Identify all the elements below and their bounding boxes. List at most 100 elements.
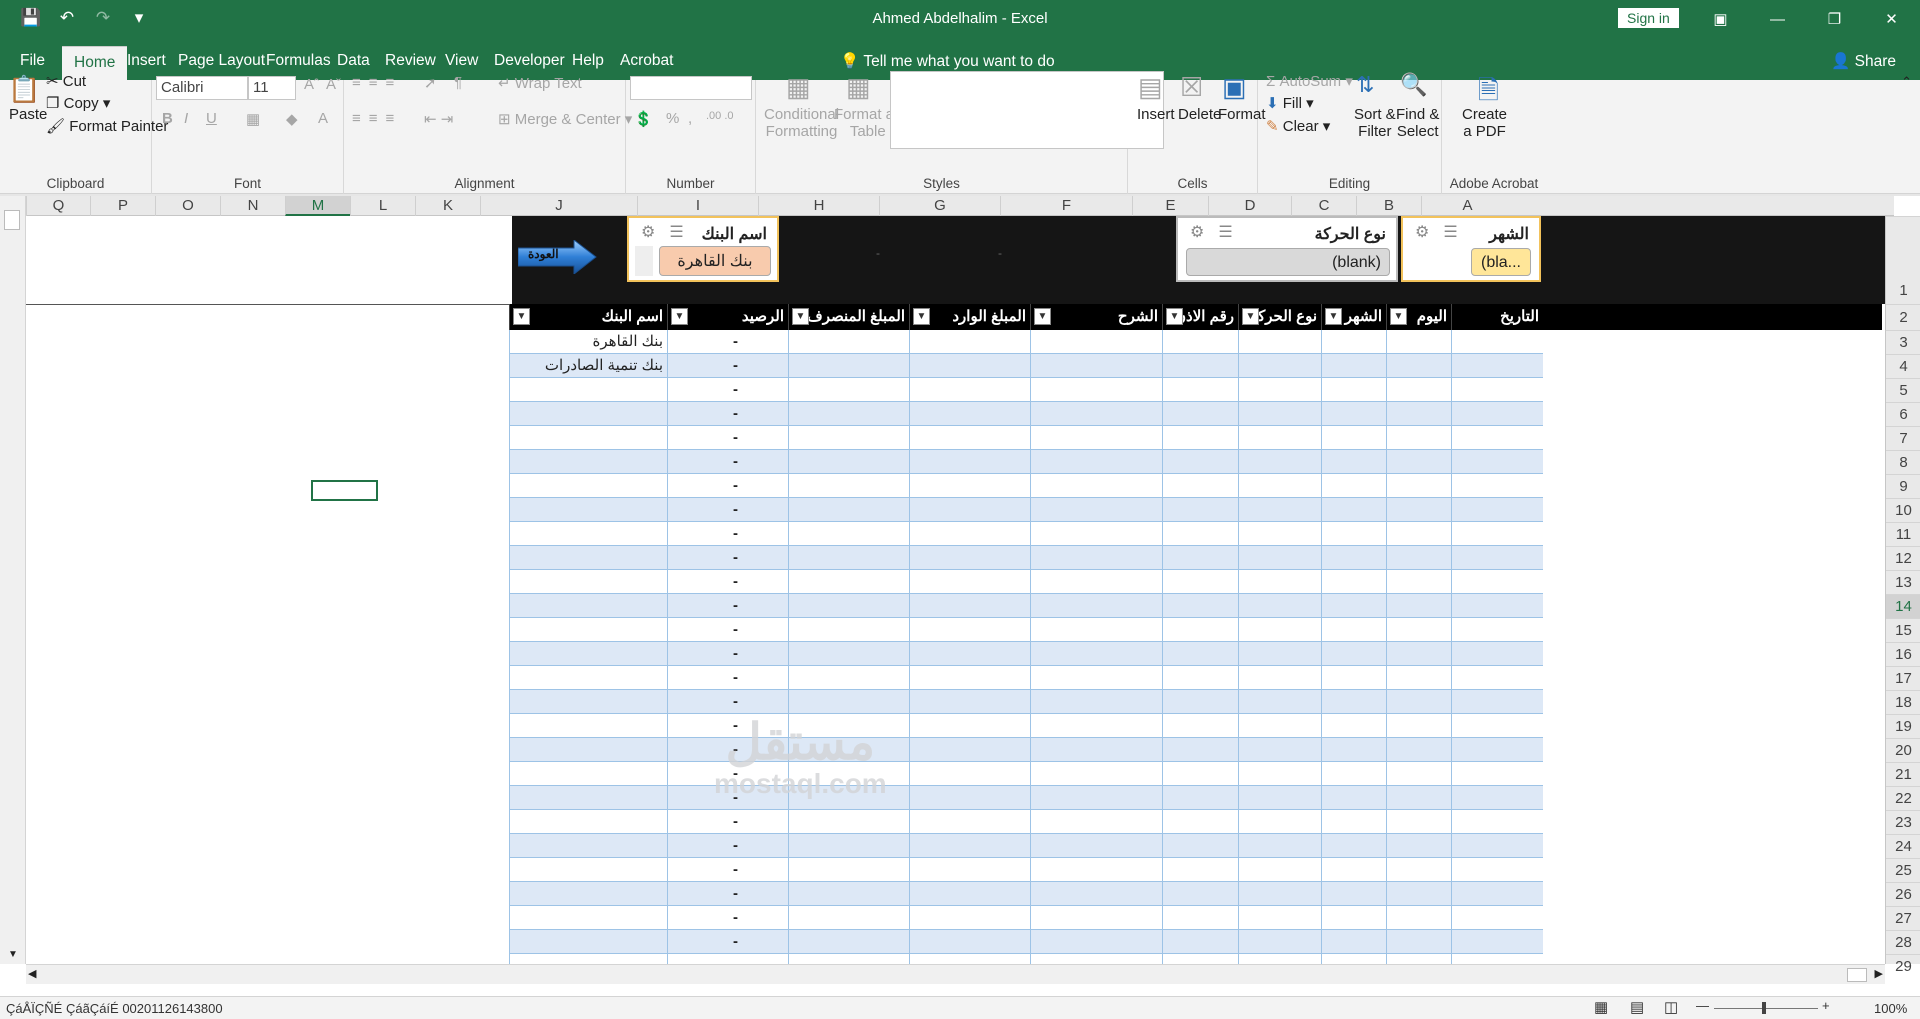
cell-balance[interactable]: - — [667, 834, 788, 858]
table-cell[interactable] — [1386, 834, 1451, 858]
column-header-n[interactable]: N — [220, 196, 285, 216]
cell-balance[interactable]: - — [667, 522, 788, 546]
table-cell[interactable] — [1451, 930, 1543, 954]
table-cell[interactable] — [1386, 786, 1451, 810]
table-cell[interactable] — [909, 786, 1030, 810]
table-cell[interactable] — [1451, 786, 1543, 810]
zoom-in-icon[interactable]: + — [1822, 998, 1830, 1013]
table-cell[interactable] — [1238, 930, 1321, 954]
table-cell[interactable] — [1451, 570, 1543, 594]
cell-bank[interactable] — [509, 450, 667, 474]
table-cell[interactable] — [1451, 810, 1543, 834]
tab-acrobat[interactable]: Acrobat — [620, 52, 673, 70]
cell-balance[interactable]: - — [667, 954, 788, 964]
row-header-8[interactable]: 8 — [1886, 450, 1920, 474]
table-cell[interactable] — [788, 450, 909, 474]
table-cell[interactable] — [909, 378, 1030, 402]
table-cell[interactable] — [1321, 810, 1386, 834]
table-cell[interactable] — [1451, 954, 1543, 964]
slicer-bank-icons[interactable]: ⚙☰ — [641, 222, 698, 242]
table-cell[interactable] — [909, 810, 1030, 834]
table-cell[interactable] — [1386, 426, 1451, 450]
table-cell[interactable] — [1451, 666, 1543, 690]
format-cells-icon[interactable]: ▣ — [1222, 72, 1247, 103]
scroll-left-icon[interactable]: ◀ — [28, 967, 36, 980]
cell-balance[interactable]: - — [667, 426, 788, 450]
table-cell[interactable] — [1238, 546, 1321, 570]
row-header-2[interactable]: 2 — [1886, 304, 1920, 330]
row-header-29[interactable]: 29 — [1886, 954, 1920, 978]
slicer-type-item[interactable]: (blank) — [1186, 248, 1390, 276]
table-cell[interactable] — [909, 426, 1030, 450]
font-name-select[interactable]: Calibri — [156, 76, 248, 100]
table-cell[interactable] — [909, 354, 1030, 378]
row-header-25[interactable]: 25 — [1886, 858, 1920, 882]
table-cell[interactable] — [1321, 834, 1386, 858]
table-cell[interactable] — [1238, 474, 1321, 498]
table-cell[interactable] — [1030, 882, 1162, 906]
table-cell[interactable] — [909, 594, 1030, 618]
percent-icon[interactable]: % — [666, 110, 679, 127]
tab-data[interactable]: Data — [337, 52, 370, 70]
cell-bank[interactable] — [509, 474, 667, 498]
table-cell[interactable] — [1451, 426, 1543, 450]
table-cell[interactable] — [1238, 882, 1321, 906]
table-cell[interactable] — [1030, 906, 1162, 930]
sign-in-button[interactable]: Sign in — [1618, 8, 1679, 28]
table-cell[interactable] — [1238, 786, 1321, 810]
table-cell[interactable] — [1238, 906, 1321, 930]
header-date[interactable]: التاريخ — [1451, 304, 1543, 330]
table-cell[interactable] — [788, 930, 909, 954]
table-cell[interactable] — [909, 906, 1030, 930]
table-cell[interactable] — [1162, 474, 1238, 498]
cell-balance[interactable]: - — [667, 450, 788, 474]
cell-bank[interactable] — [509, 594, 667, 618]
insert-button[interactable]: Insert — [1137, 106, 1175, 123]
worksheet-grid[interactable]: - - العودة ⚙☰ اسم البنك بنك القاهرة ⚙☰ ن… — [26, 216, 1885, 964]
table-cell[interactable] — [1162, 642, 1238, 666]
insert-cells-icon[interactable]: ▤ — [1138, 72, 1163, 103]
orientation-icon[interactable]: ➚ — [424, 74, 437, 92]
table-cell[interactable] — [1238, 450, 1321, 474]
table-cell[interactable] — [788, 594, 909, 618]
cell-balance[interactable]: - — [667, 858, 788, 882]
row-header-26[interactable]: 26 — [1886, 882, 1920, 906]
table-cell[interactable] — [1386, 954, 1451, 964]
row-header-24[interactable]: 24 — [1886, 834, 1920, 858]
row-header-1[interactable]: 1 — [1886, 216, 1920, 304]
table-cell[interactable] — [1238, 858, 1321, 882]
table-cell[interactable] — [1030, 642, 1162, 666]
table-cell[interactable] — [1030, 618, 1162, 642]
table-cell[interactable] — [1321, 906, 1386, 930]
table-cell[interactable] — [1030, 834, 1162, 858]
table-cell[interactable] — [788, 378, 909, 402]
cell-balance[interactable]: - — [667, 618, 788, 642]
table-cell[interactable] — [909, 498, 1030, 522]
cell-bank[interactable] — [509, 762, 667, 786]
table-cell[interactable] — [1386, 762, 1451, 786]
tab-developer[interactable]: Developer — [494, 52, 565, 70]
table-cell[interactable] — [909, 570, 1030, 594]
minimize-icon[interactable]: — — [1749, 0, 1806, 40]
table-cell[interactable] — [909, 642, 1030, 666]
table-cell[interactable] — [1321, 402, 1386, 426]
table-cell[interactable] — [1238, 378, 1321, 402]
table-cell[interactable] — [1162, 594, 1238, 618]
table-cell[interactable] — [1321, 522, 1386, 546]
rtl-icon[interactable]: ¶ — [454, 74, 462, 91]
cell-bank[interactable] — [509, 570, 667, 594]
zoom-slider-thumb[interactable] — [1762, 1002, 1766, 1014]
cell-balance[interactable]: - — [667, 690, 788, 714]
filter-dropdown-icon[interactable]: ▼ — [513, 308, 530, 325]
cell-bank[interactable] — [509, 546, 667, 570]
table-cell[interactable] — [1451, 450, 1543, 474]
row-header-4[interactable]: 4 — [1886, 354, 1920, 378]
cell-bank[interactable] — [509, 714, 667, 738]
column-header-h[interactable]: H — [758, 196, 879, 216]
table-cell[interactable] — [909, 762, 1030, 786]
table-cell[interactable] — [1030, 402, 1162, 426]
header-day[interactable]: ▼ اليوم — [1386, 304, 1451, 330]
slicer-type-icons[interactable]: ⚙☰ — [1190, 222, 1247, 242]
cell-bank[interactable] — [509, 618, 667, 642]
slicer-bank-item[interactable]: بنك القاهرة — [659, 246, 771, 276]
